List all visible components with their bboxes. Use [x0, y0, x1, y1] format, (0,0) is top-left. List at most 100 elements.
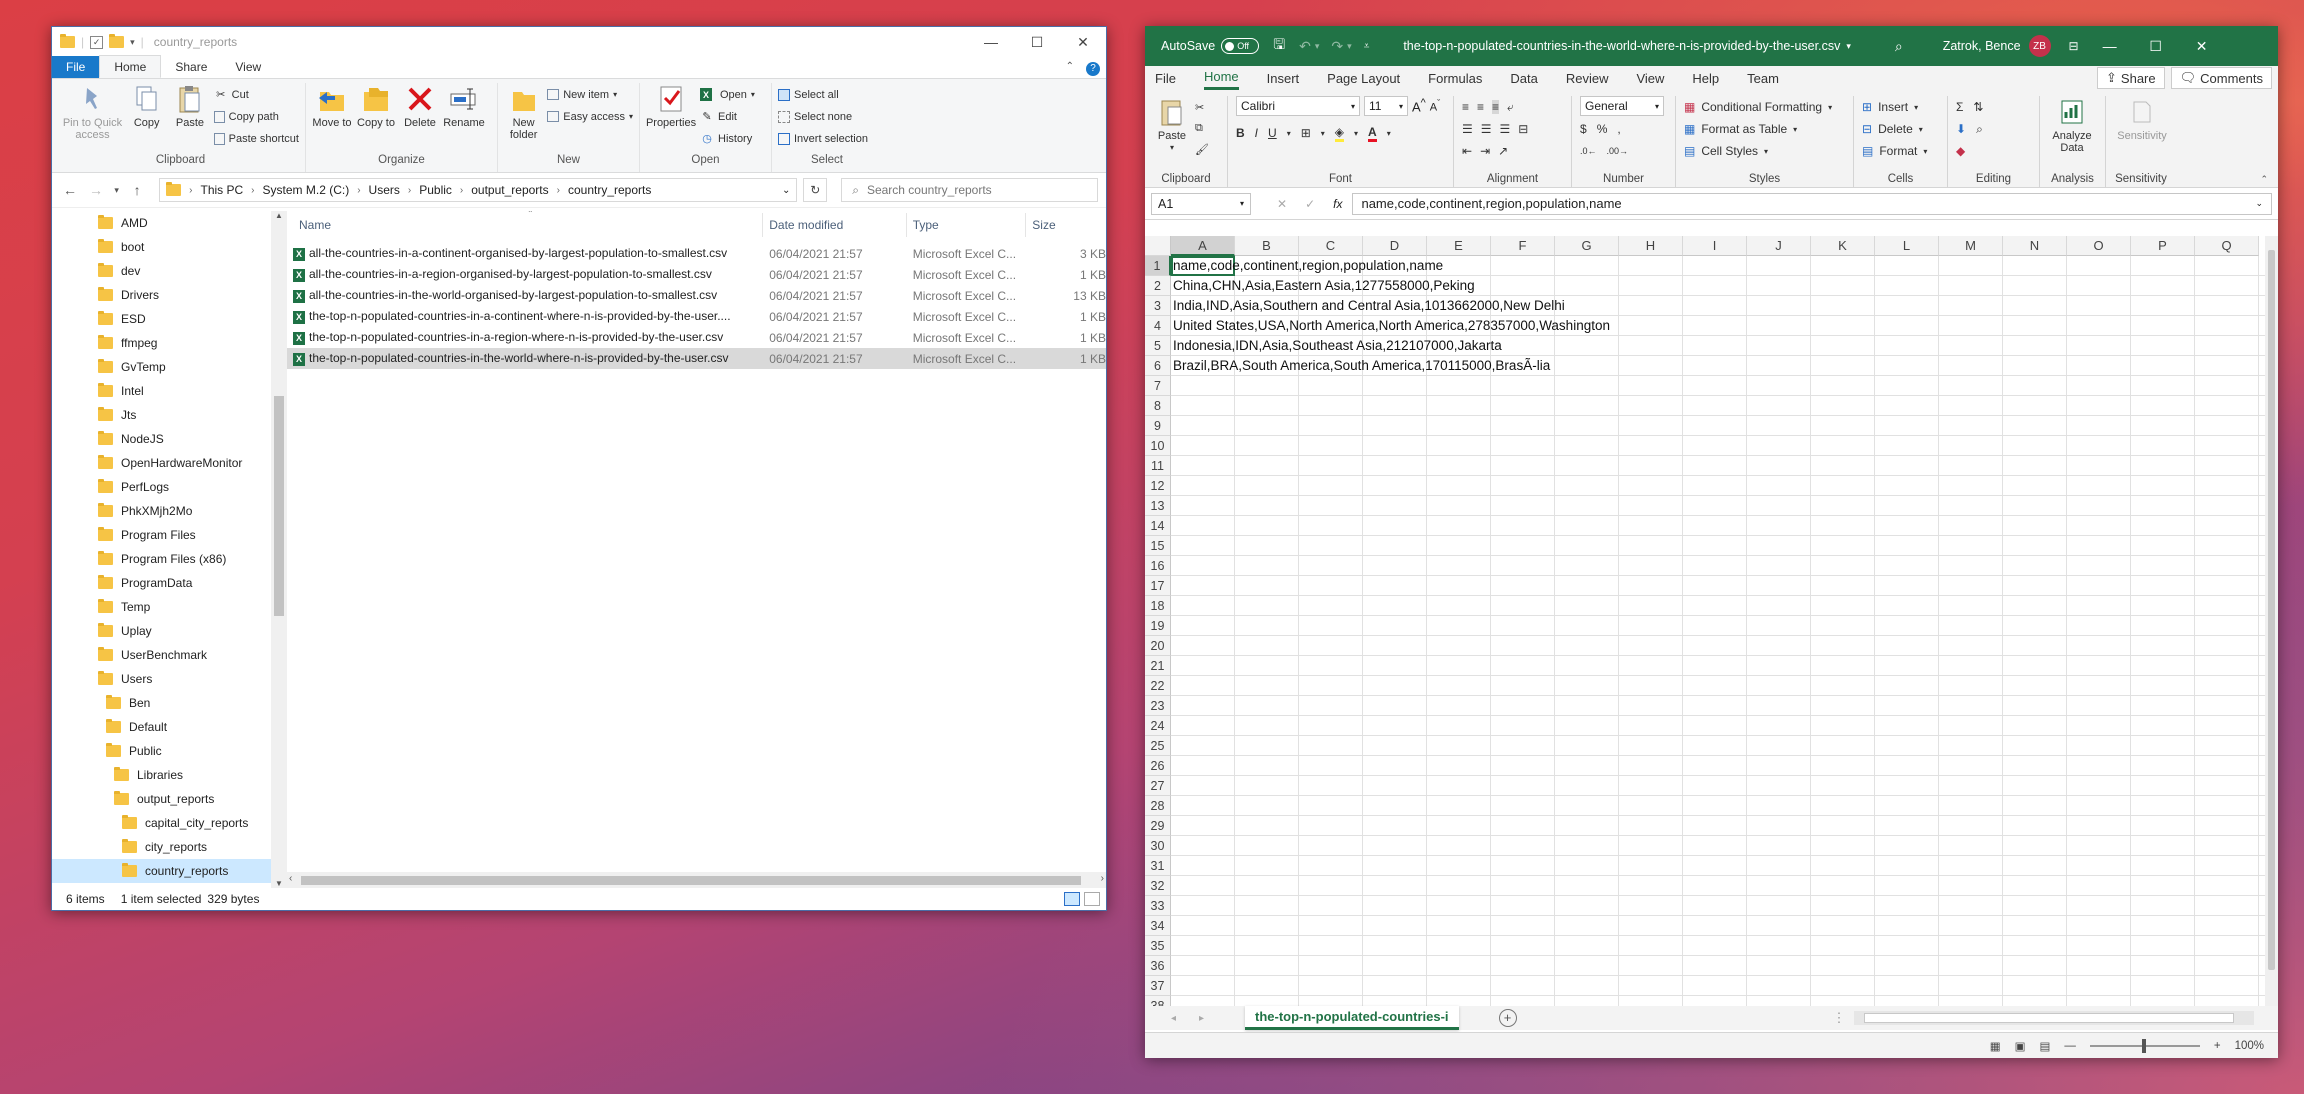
cell-a3[interactable]: India,IND,Asia,Southern and Central Asia…	[1173, 296, 1565, 316]
tab-file[interactable]: File	[1155, 71, 1176, 86]
close-button[interactable]: ✕	[1060, 27, 1106, 57]
qat-dropdown-icon[interactable]: ▾	[130, 37, 135, 48]
user-name[interactable]: Zatrok, Bence	[1943, 39, 2021, 53]
tree-item[interactable]: boot	[52, 235, 287, 259]
format-cells-button[interactable]: ▤ Format ▾	[1862, 140, 1939, 162]
select-all-corner[interactable]	[1145, 236, 1171, 256]
decrease-decimal-icon[interactable]: .00→	[1607, 146, 1629, 156]
tree-item[interactable]: Program Files	[52, 523, 287, 547]
scroll-down-icon[interactable]: ▼	[271, 879, 287, 888]
column-size[interactable]: Size	[1026, 213, 1106, 237]
sort-filter-icon[interactable]: ⇅	[1973, 100, 1983, 114]
font-size-combo[interactable]: 11 ▾	[1364, 96, 1408, 116]
scrollbar-thumb[interactable]	[274, 396, 284, 616]
collapse-ribbon-icon[interactable]: ⌃	[2260, 174, 2268, 185]
tab-page-layout[interactable]: Page Layout	[1327, 71, 1400, 86]
tab-view[interactable]: View	[1636, 71, 1664, 86]
tree-item[interactable]: Ben	[52, 691, 287, 715]
align-bottom-icon[interactable]: ≡	[1492, 100, 1500, 114]
row-header[interactable]: 10	[1145, 436, 1171, 456]
copy-path-button[interactable]: Copy path	[213, 107, 299, 126]
row-header[interactable]: 24	[1145, 716, 1171, 736]
breadcrumb[interactable]: › This PC › System M.2 (C:) › Users › Publi…	[159, 178, 798, 202]
tab-help[interactable]: Help	[1692, 71, 1719, 86]
align-middle-icon[interactable]: ≡	[1477, 100, 1484, 114]
row-header[interactable]: 17	[1145, 576, 1171, 596]
insert-cells-button[interactable]: ⊞ Insert ▾	[1862, 96, 1939, 118]
share-button[interactable]: ⇪ Share	[2097, 67, 2165, 89]
add-sheet-icon[interactable]: +	[1498, 1009, 1517, 1027]
crumb-output-reports[interactable]: output_reports	[471, 183, 548, 197]
crumb-users[interactable]: Users	[369, 183, 400, 197]
merge-icon[interactable]: ⊟	[1518, 122, 1528, 136]
file-row[interactable]: Xthe-top-n-populated-countries-in-a-cont…	[287, 306, 1106, 327]
file-list-hscrollbar[interactable]: ‹ ›	[287, 872, 1106, 888]
analyze-data-button[interactable]: Analyze Data	[2048, 96, 2096, 154]
rename-button[interactable]: Rename	[443, 83, 485, 154]
format-painter-icon[interactable]: 🖌	[1195, 140, 1209, 159]
column-header[interactable]: F	[1491, 236, 1555, 256]
undo-icon[interactable]: ↶	[1299, 38, 1311, 55]
column-header[interactable]: M	[1939, 236, 2003, 256]
sensitivity-button[interactable]: Sensitivity	[2114, 96, 2170, 142]
borders-icon[interactable]: ⊞	[1301, 126, 1311, 140]
row-header[interactable]: 14	[1145, 516, 1171, 536]
column-header[interactable]: I	[1683, 236, 1747, 256]
tree-item[interactable]: Uplay	[52, 619, 287, 643]
row-header[interactable]: 25	[1145, 736, 1171, 756]
delete-button[interactable]: Delete	[400, 83, 440, 154]
expand-ribbon-icon[interactable]: ⌃	[1060, 56, 1080, 78]
file-row[interactable]: Xall-the-countries-in-a-continent-organi…	[287, 243, 1106, 264]
up-arrow-icon[interactable]: ↑	[127, 182, 147, 198]
row-header[interactable]: 26	[1145, 756, 1171, 776]
paste-button[interactable]: Paste	[170, 83, 209, 154]
autosave-toggle[interactable]: Off	[1221, 38, 1260, 54]
save-icon[interactable]: 🖫	[1273, 34, 1285, 58]
fill-color-icon[interactable]: ◈	[1334, 125, 1345, 142]
tab-splitter-icon[interactable]: ⋮	[1833, 1010, 1846, 1026]
font-color-icon[interactable]: A	[1368, 125, 1377, 142]
column-header[interactable]: A	[1171, 236, 1235, 256]
zoom-level[interactable]: 100%	[2235, 1040, 2264, 1052]
column-header[interactable]: P	[2131, 236, 2195, 256]
column-type[interactable]: Type	[907, 213, 1027, 237]
row-header[interactable]: 31	[1145, 856, 1171, 876]
tree-item[interactable]: country_reports	[52, 859, 287, 883]
column-header[interactable]: C	[1299, 236, 1363, 256]
row-header[interactable]: 32	[1145, 876, 1171, 896]
row-header[interactable]: 34	[1145, 916, 1171, 936]
tree-item[interactable]: city_reports	[52, 835, 287, 859]
tab-team[interactable]: Team	[1747, 71, 1779, 86]
comments-button[interactable]: 🗨 Comments	[2170, 67, 2272, 89]
row-header[interactable]: 4	[1145, 316, 1171, 336]
easy-access-button[interactable]: Easy access ▾	[547, 107, 633, 126]
row-header[interactable]: 21	[1145, 656, 1171, 676]
tree-item[interactable]: capital_city_reports	[52, 811, 287, 835]
scroll-up-icon[interactable]: ▲	[271, 211, 287, 220]
tree-item[interactable]: dev	[52, 259, 287, 283]
cell-a2[interactable]: China,CHN,Asia,Eastern Asia,1277558000,P…	[1173, 276, 1475, 296]
tab-view[interactable]: View	[221, 56, 275, 78]
column-header[interactable]: L	[1875, 236, 1939, 256]
page-layout-view-icon[interactable]: ▣	[2015, 1039, 2026, 1053]
row-header[interactable]: 8	[1145, 396, 1171, 416]
select-none-button[interactable]: Select none	[778, 107, 868, 126]
row-header[interactable]: 13	[1145, 496, 1171, 516]
fill-icon[interactable]: ⬇	[1956, 122, 1966, 136]
large-icons-view-icon[interactable]	[1084, 892, 1100, 906]
column-date[interactable]: Date modified	[763, 213, 907, 237]
tree-item[interactable]: ESD	[52, 307, 287, 331]
cut-button[interactable]: ✂ Cut	[214, 85, 299, 104]
tree-item[interactable]: Temp	[52, 595, 287, 619]
number-format-combo[interactable]: General ▾	[1580, 96, 1664, 116]
accounting-icon[interactable]: $	[1580, 122, 1587, 136]
column-header[interactable]: K	[1811, 236, 1875, 256]
tree-item[interactable]: Users	[52, 667, 287, 691]
scroll-right-icon[interactable]: ›	[1101, 873, 1104, 884]
recent-dropdown-icon[interactable]: ▾	[112, 185, 121, 196]
clear-icon[interactable]: ◆	[1956, 144, 1965, 158]
column-header[interactable]: O	[2067, 236, 2131, 256]
cell-a4[interactable]: United States,USA,North America,North Am…	[1173, 316, 1610, 336]
address-dropdown-icon[interactable]: ⌄	[782, 185, 790, 196]
row-header[interactable]: 15	[1145, 536, 1171, 556]
